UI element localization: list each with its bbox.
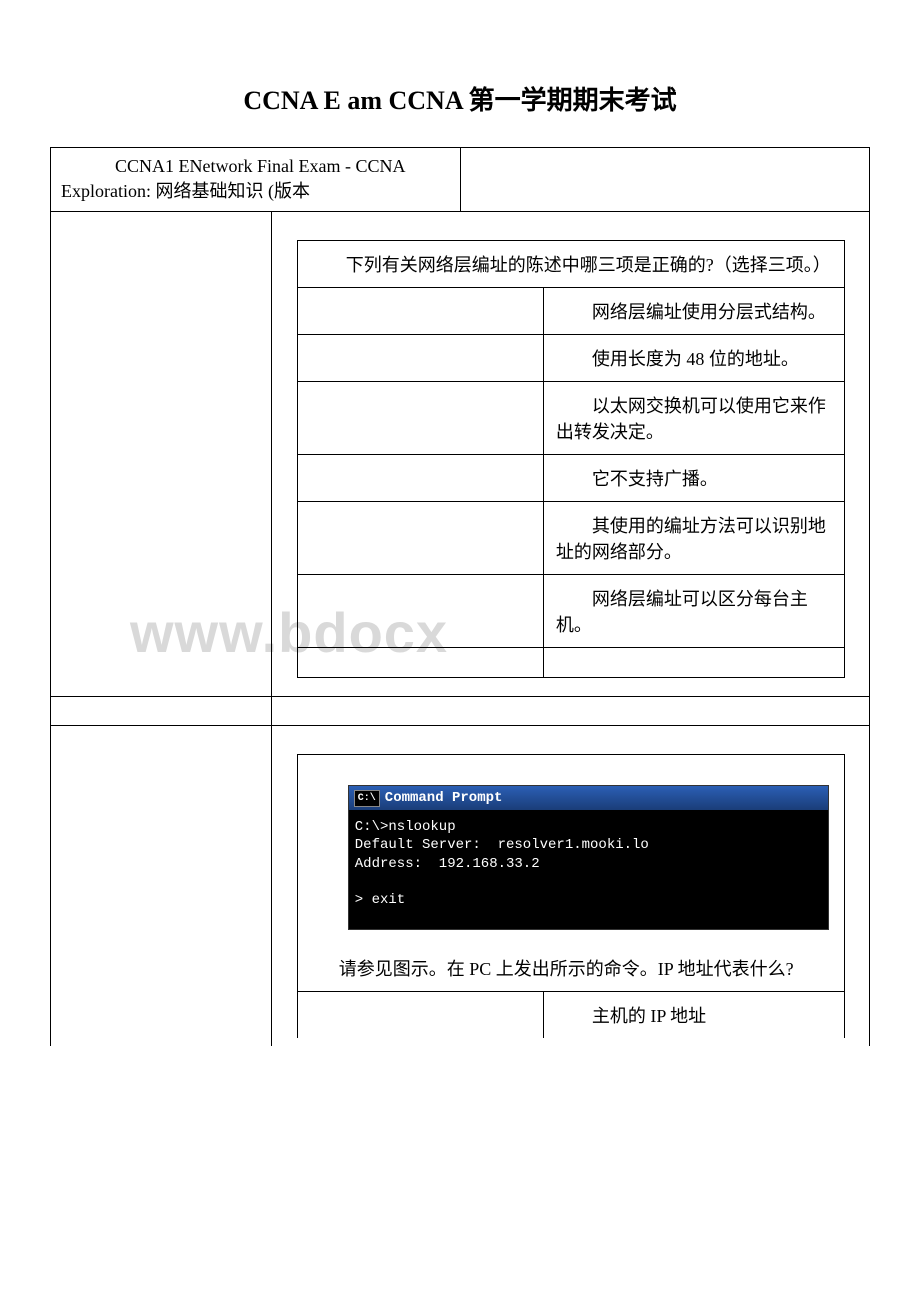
exam-header-cell: CCNA1 ENetwork Final Exam - CCNA Explora…	[51, 148, 461, 212]
q2-container: C:\ Command Prompt C:\>nslookup Default …	[272, 726, 869, 1046]
q2-opt-blank-0	[297, 992, 543, 1039]
q1-opt-blank-5	[297, 575, 543, 648]
q1-opt-blank-3	[297, 455, 543, 502]
command-prompt-title-text: Command Prompt	[385, 789, 503, 807]
q2-inner-table: C:\ Command Prompt C:\>nslookup Default …	[297, 754, 845, 1038]
q2-image-cell: C:\ Command Prompt C:\>nslookup Default …	[297, 755, 844, 992]
q1-opt-5: 网络层编址可以区分每台主机。	[543, 575, 844, 648]
page-title: CCNA E am CCNA 第一学期期末考试	[50, 80, 870, 117]
q1-opt-0: 网络层编址使用分层式结构。	[543, 288, 844, 335]
command-prompt-titlebar: C:\ Command Prompt	[349, 786, 828, 810]
q1-opt-blank-4	[297, 502, 543, 575]
command-prompt-body: C:\>nslookup Default Server: resolver1.m…	[349, 810, 828, 929]
left-gutter-2	[51, 726, 272, 1046]
empty-header-cell	[460, 148, 870, 212]
q1-opt-2: 以太网交换机可以使用它来作出转发决定。	[543, 382, 844, 455]
command-prompt-icon: C:\	[354, 790, 380, 807]
left-gutter	[51, 212, 272, 696]
q1-inner-table: 下列有关网络层编址的陈述中哪三项是正确的?（选择三项。） 网络层编址使用分层式结…	[297, 240, 845, 678]
q1-spacer-r	[543, 648, 844, 678]
q1-spacer-l	[297, 648, 543, 678]
command-prompt-window: C:\ Command Prompt C:\>nslookup Default …	[348, 785, 829, 930]
q1-opt-blank-1	[297, 335, 543, 382]
q1-opt-3: 它不支持广播。	[543, 455, 844, 502]
q1-opt-4: 其使用的编址方法可以识别地址的网络部分。	[543, 502, 844, 575]
q2-opt-0: 主机的 IP 地址	[543, 992, 844, 1039]
q1-question: 下列有关网络层编址的陈述中哪三项是正确的?（选择三项。）	[297, 241, 844, 288]
sep-left	[51, 697, 272, 725]
q1-container: 下列有关网络层编址的陈述中哪三项是正确的?（选择三项。） 网络层编址使用分层式结…	[272, 212, 869, 696]
q1-opt-blank-2	[297, 382, 543, 455]
q1-opt-blank-0	[297, 288, 543, 335]
sep-right	[272, 697, 869, 725]
exam-table: CCNA1 ENetwork Final Exam - CCNA Explora…	[50, 147, 870, 1046]
q1-opt-1: 使用长度为 48 位的地址。	[543, 335, 844, 382]
q2-question: 请参见图示。在 PC 上发出所示的命令。IP 地址代表什么?	[298, 945, 844, 991]
